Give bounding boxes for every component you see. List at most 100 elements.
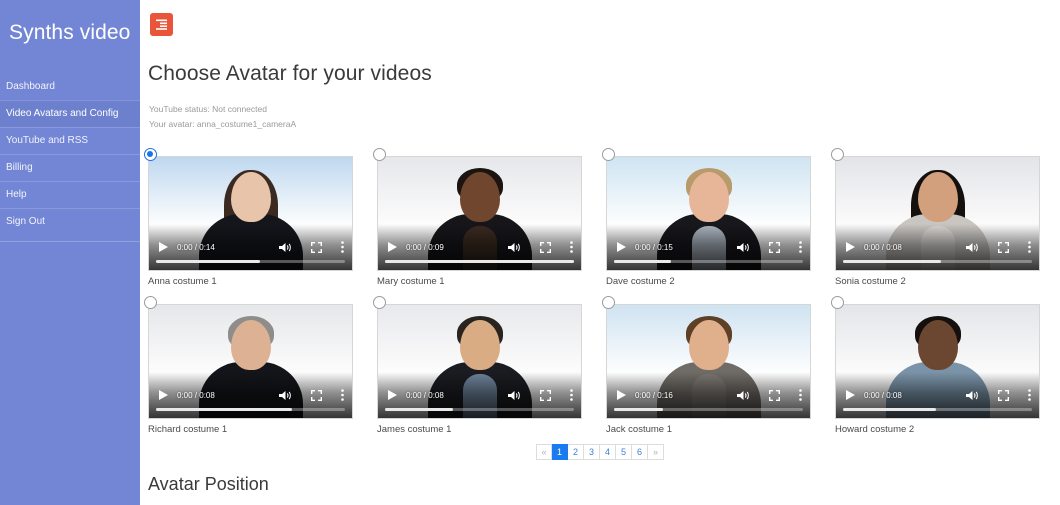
play-button[interactable] (843, 390, 857, 400)
sidebar-toggle-button[interactable] (150, 13, 173, 36)
more-options-button[interactable] (568, 241, 574, 253)
fullscreen-button[interactable] (309, 389, 323, 401)
video-progress-bar[interactable] (843, 260, 1032, 263)
avatar-radio-button[interactable] (373, 148, 386, 161)
volume-button[interactable] (506, 242, 522, 253)
avatar-radio-button[interactable] (831, 296, 844, 309)
video-progress-fill (843, 260, 942, 263)
volume-button[interactable] (277, 390, 293, 401)
more-options-button[interactable] (1026, 241, 1032, 253)
play-button[interactable] (614, 242, 628, 252)
avatar-radio-button[interactable] (144, 296, 157, 309)
more-options-button[interactable] (568, 389, 574, 401)
avatar-video-player[interactable]: 0:00 / 0:08 (835, 156, 1040, 271)
volume-button[interactable] (506, 390, 522, 401)
avatar-row: 0:00 / 0:08 Richard costume 1 0:00 / 0:08 J… (140, 296, 1060, 444)
avatar-radio-button[interactable] (144, 148, 157, 161)
fullscreen-button[interactable] (309, 241, 323, 253)
pagination-page-5[interactable]: 5 (616, 444, 632, 460)
avatar-video-player[interactable]: 0:00 / 0:08 (835, 304, 1040, 419)
pagination-page-1[interactable]: 1 (552, 444, 568, 460)
pagination-page-3[interactable]: 3 (584, 444, 600, 460)
fullscreen-button[interactable] (996, 241, 1010, 253)
play-icon (158, 390, 168, 400)
person-head (917, 320, 958, 370)
fullscreen-button[interactable] (538, 241, 552, 253)
sidebar-item-billing[interactable]: Billing (0, 154, 140, 181)
fullscreen-icon (768, 389, 780, 401)
avatar-video-player[interactable]: 0:00 / 0:08 (148, 304, 353, 419)
more-options-button[interactable] (1026, 389, 1032, 401)
avatar-video-player[interactable]: 0:00 / 0:14 (148, 156, 353, 271)
avatar-radio-button[interactable] (602, 296, 615, 309)
video-progress-bar[interactable] (614, 408, 803, 411)
sidebar-item-sign-out[interactable]: Sign Out (0, 208, 140, 235)
avatar-video-player[interactable]: 0:00 / 0:09 (377, 156, 582, 271)
avatar-name-label: Howard costume 2 (835, 424, 915, 435)
video-progress-bar[interactable] (843, 408, 1032, 411)
more-options-button[interactable] (339, 389, 345, 401)
pagination-prev[interactable]: « (536, 444, 552, 460)
play-button[interactable] (156, 242, 170, 252)
volume-icon (507, 242, 520, 252)
video-time-display: 0:00 / 0:16 (635, 390, 673, 400)
avatar-card: 0:00 / 0:08 Sonia costume 2 (827, 148, 1056, 296)
volume-icon (507, 390, 520, 400)
volume-icon (965, 242, 978, 252)
fullscreen-button[interactable] (538, 389, 552, 401)
pagination-page-6[interactable]: 6 (632, 444, 648, 460)
sidebar-item-video-avatars-and-config[interactable]: Video Avatars and Config (0, 100, 140, 127)
brand-title: Synths video (9, 21, 131, 44)
play-button[interactable] (843, 242, 857, 252)
video-progress-bar[interactable] (385, 260, 574, 263)
avatar-video-player[interactable]: 0:00 / 0:08 (377, 304, 582, 419)
volume-icon (736, 242, 749, 252)
avatar-name-label: Jack costume 1 (606, 424, 672, 435)
sidebar-item-dashboard[interactable]: Dashboard (0, 74, 140, 100)
avatar-name-label: Dave costume 2 (606, 276, 675, 287)
video-time-display: 0:00 / 0:14 (177, 242, 215, 252)
pagination-page-2[interactable]: 2 (568, 444, 584, 460)
fullscreen-button[interactable] (767, 241, 781, 253)
kebab-menu-icon (798, 241, 802, 253)
more-options-button[interactable] (339, 241, 345, 253)
avatar-card: 0:00 / 0:14 Anna costume 1 (140, 148, 369, 296)
kebab-menu-icon (1027, 389, 1031, 401)
avatar-video-player[interactable]: 0:00 / 0:15 (606, 156, 811, 271)
more-options-button[interactable] (797, 389, 803, 401)
play-button[interactable] (156, 390, 170, 400)
volume-button[interactable] (964, 242, 980, 253)
volume-button[interactable] (277, 242, 293, 253)
sidebar-item-youtube-and-rss[interactable]: YouTube and RSS (0, 127, 140, 154)
pagination-page-4[interactable]: 4 (600, 444, 616, 460)
fullscreen-button[interactable] (996, 389, 1010, 401)
fullscreen-icon (310, 241, 322, 253)
fullscreen-button[interactable] (767, 389, 781, 401)
avatar-name-label: Anna costume 1 (148, 276, 217, 287)
play-button[interactable] (614, 390, 628, 400)
video-time-display: 0:00 / 0:15 (635, 242, 673, 252)
volume-button[interactable] (964, 390, 980, 401)
fullscreen-icon (539, 389, 551, 401)
play-button[interactable] (385, 242, 399, 252)
person-head (459, 320, 500, 370)
avatar-radio-button[interactable] (831, 148, 844, 161)
more-options-button[interactable] (797, 241, 803, 253)
avatar-radio-button[interactable] (373, 296, 386, 309)
video-progress-bar[interactable] (156, 408, 345, 411)
volume-button[interactable] (735, 390, 751, 401)
video-progress-bar[interactable] (614, 260, 803, 263)
pagination-next[interactable]: » (648, 444, 664, 460)
video-time-display: 0:00 / 0:08 (406, 390, 444, 400)
volume-icon (736, 390, 749, 400)
volume-button[interactable] (735, 242, 751, 253)
avatar-card: 0:00 / 0:16 Jack costume 1 (598, 296, 827, 444)
fullscreen-icon (997, 241, 1009, 253)
play-button[interactable] (385, 390, 399, 400)
video-progress-bar[interactable] (156, 260, 345, 263)
video-progress-bar[interactable] (385, 408, 574, 411)
sidebar-item-help[interactable]: Help (0, 181, 140, 208)
avatar-radio-button[interactable] (602, 148, 615, 161)
person-head (459, 172, 500, 222)
avatar-video-player[interactable]: 0:00 / 0:16 (606, 304, 811, 419)
